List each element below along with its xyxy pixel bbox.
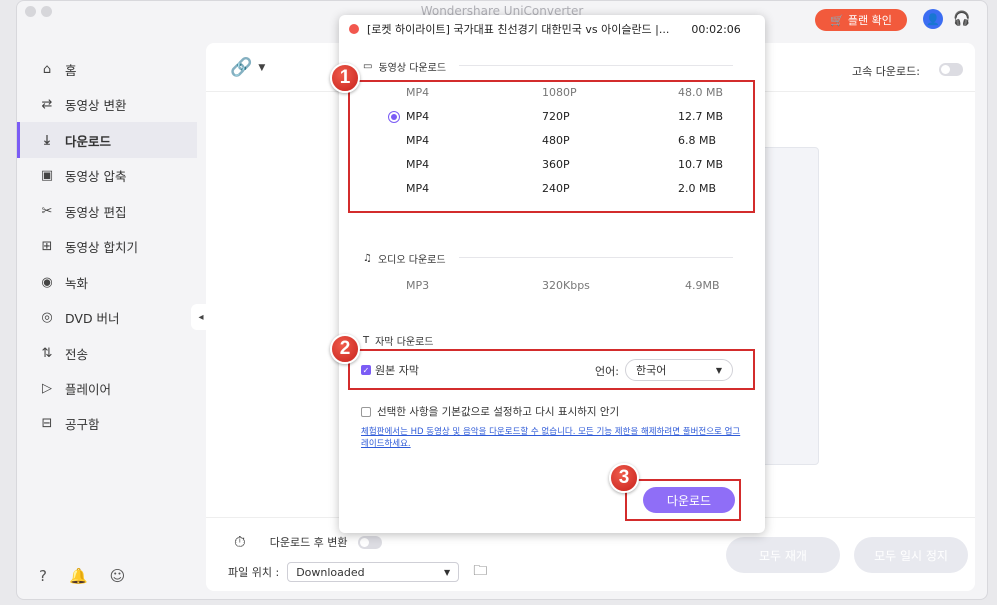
record-icon: ◉ [41,274,53,290]
cart-icon: 🛒 [830,13,844,27]
default-setting-row[interactable]: 선택한 사항을 기본값으로 설정하고 다시 표시하지 안기 [361,404,619,419]
default-setting-label: 선택한 사항을 기본값으로 설정하고 다시 표시하지 안기 [377,406,620,418]
sidebar-item-0[interactable]: ⌂ 홈 [17,51,197,87]
sidebar-item-label: 동영상 편집 [65,204,127,220]
file-location-select[interactable]: Downloaded ▼ [287,562,460,582]
sidebar-item-9[interactable]: ▷ 플레이어 [17,370,197,406]
annotation-badge-2: 2 [330,334,360,364]
scissors-icon: ✂ [41,203,53,219]
sidebar-item-1[interactable]: ⇄ 동영상 변환 [17,86,197,122]
after-convert-label: 다운로드 후 변환 [269,536,348,549]
sidebar-item-6[interactable]: ◉ 녹화 [17,264,197,300]
timer-icon: ⏱ [234,533,246,551]
pause-all-button[interactable]: 모두 일시 정지 [854,537,968,573]
sidebar-item-label: 공구함 [65,416,100,432]
sidebar-item-label: 동영상 합치기 [65,239,138,255]
text-icon: T [363,335,370,346]
annotation-badge-1: 1 [330,63,360,93]
sidebar-item-label: 녹화 [65,275,89,291]
file-location-label: 파일 위치 : [228,566,280,579]
sidebar-item-3[interactable]: ▣ 동영상 압축 [17,157,197,193]
annotation-box-download [625,479,741,521]
help-icon[interactable]: ? [39,567,47,585]
convert-icon: ⇄ [41,96,53,112]
sidebar-item-label: 홈 [65,62,77,78]
close-dialog-icon[interactable] [349,24,359,34]
sidebar: ⌂ 홈 ⇄ 동영상 변환 ⤓ 다운로드 ▣ 동영상 압축 ✂ 동영상 편집 ⊞ 동영상 합치기 ◉ 녹화 ◎… [17,43,197,563]
video-duration: 00:02:06 [691,22,741,36]
headset-icon[interactable]: 🎧 [952,9,972,29]
sidebar-item-2[interactable]: ⤓ 다운로드 [17,122,197,158]
bell-icon[interactable]: 🔔 [69,567,88,585]
audio-bitrate: 320Kbps [542,279,590,292]
sidebar-item-label: DVD 버너 [65,310,120,326]
music-note-icon: ♫ [363,253,372,264]
plan-button-label: 플랜 확인 [847,14,892,27]
player-icon: ▷ [42,380,52,396]
high-speed-label: 고속 다운로드: [852,65,920,78]
default-setting-checkbox[interactable] [361,406,371,417]
chevron-left-icon: ◂ [198,311,204,323]
plan-button[interactable]: 🛒 플랜 확인 [815,9,907,31]
audio-section-label: 오디오 다운로드 [377,255,446,266]
toolbox-icon: ⊟ [41,415,53,431]
sidebar-item-label: 플레이어 [65,381,112,397]
sidebar-bottom-icons: ? 🔔 ☺ [39,567,125,585]
resume-all-button[interactable]: 모두 재개 [726,537,840,573]
download-icon: ⤓ [44,132,50,148]
video-title: [로켓 하이라이트] 국가대표 친선경기 대한민국 vs 아이슬란드 |... [367,23,670,36]
annotation-box-subtitle [348,349,755,390]
annotation-box-video-options [348,80,755,213]
subtitle-section-header: T 자막 다운로드 [363,333,434,348]
link-add-icon: 🔗 [230,57,253,78]
annotation-badge-3: 3 [609,463,639,493]
audio-section-line [459,257,733,258]
feedback-icon[interactable]: ☺ [110,567,126,585]
add-url-button[interactable]: 🔗 ▼ [230,57,265,78]
audio-size: 4.9MB [685,279,720,292]
home-icon: ⌂ [42,61,52,77]
audio-section-header: ♫ 오디오 다운로드 [363,251,446,266]
sidebar-item-10[interactable]: ⊟ 공구함 [17,405,197,441]
sidebar-item-4[interactable]: ✂ 동영상 편집 [17,193,197,229]
video-section-line [459,65,733,66]
video-section-label: 동영상 다운로드 [378,63,447,74]
merge-icon: ⊞ [41,238,53,254]
sidebar-item-label: 다운로드 [65,133,112,149]
subtitle-section-label: 자막 다운로드 [375,337,434,348]
sidebar-item-label: 동영상 변환 [65,97,127,113]
dvd-icon: ◎ [41,309,53,325]
dialog-title-bar: [로켓 하이라이트] 국가대표 친선경기 대한민국 vs 아이슬란드 |... … [339,15,765,43]
sidebar-item-7[interactable]: ◎ DVD 버너 [17,299,197,335]
transfer-icon: ⇅ [41,345,53,361]
sidebar-item-5[interactable]: ⊞ 동영상 합치기 [17,228,197,264]
after-convert-toggle[interactable] [357,535,382,549]
compress-icon: ▣ [40,167,54,183]
chevron-down-icon: ▼ [258,62,266,73]
file-location-value: Downloaded [296,565,365,579]
audio-row[interactable]: MP3 320Kbps 4.9MB [339,274,765,298]
video-camera-icon: ▭ [363,61,373,72]
after-convert-row: ⏱ 다운로드 후 변환 [234,533,382,551]
sidebar-item-label: 동영상 압축 [65,168,127,184]
sidebar-item-label: 전송 [65,346,89,362]
video-section-header: ▭ 동영상 다운로드 [363,59,446,74]
audio-format: MP3 [406,279,430,292]
file-location-row: 파일 위치 : Downloaded ▼ 🗀 [228,560,487,584]
high-speed-toggle[interactable] [939,63,963,76]
chevron-down-icon: ▼ [444,567,451,577]
user-icon[interactable]: 👤 [923,9,943,29]
folder-icon[interactable]: 🗀 [473,560,487,584]
trial-notice-link[interactable]: 체험판에서는 HD 동영상 및 음악을 다운로드할 수 없습니다. 모든 기능 … [361,426,741,450]
sidebar-item-8[interactable]: ⇅ 전송 [17,335,197,371]
